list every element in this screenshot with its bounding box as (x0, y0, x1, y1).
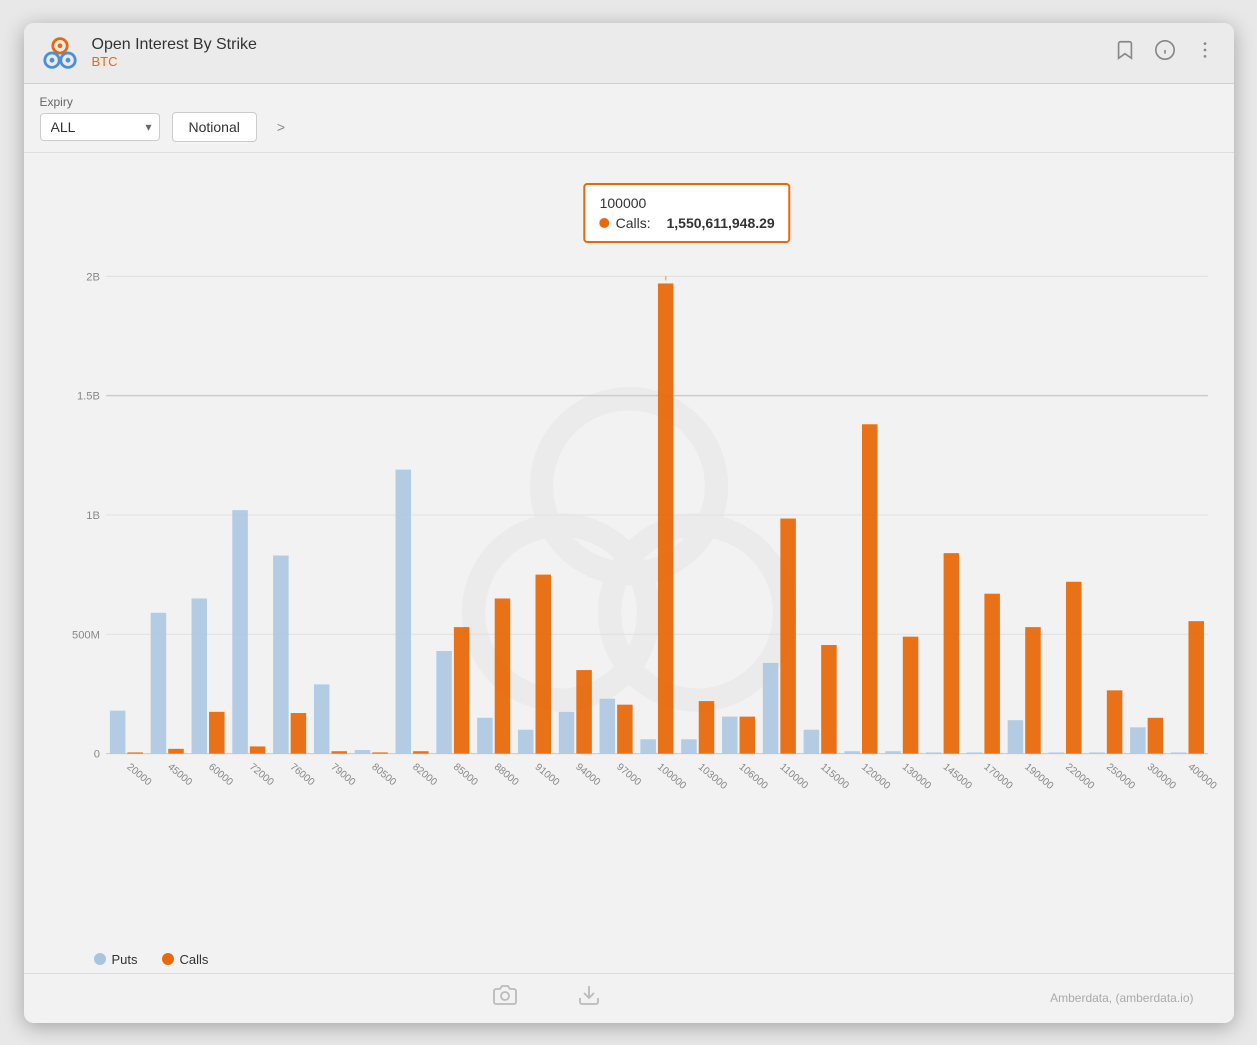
titlebar-text: Open Interest By Strike BTC (92, 36, 1100, 69)
svg-text:106000: 106000 (736, 761, 769, 791)
expand-button[interactable]: > (269, 115, 293, 139)
svg-text:103000: 103000 (695, 761, 728, 791)
svg-text:115000: 115000 (818, 761, 851, 791)
svg-text:91000: 91000 (532, 761, 561, 788)
footer: Amberdata, (amberdata.io) (24, 973, 1234, 1023)
svg-text:220000: 220000 (1063, 761, 1096, 791)
svg-text:82000: 82000 (410, 761, 439, 788)
expiry-select-wrapper: ALL (40, 113, 160, 141)
svg-text:1B: 1B (86, 510, 100, 522)
svg-text:250000: 250000 (1103, 761, 1136, 791)
svg-text:1.5B: 1.5B (76, 390, 99, 402)
app-logo (40, 33, 80, 73)
svg-text:145000: 145000 (940, 761, 973, 791)
svg-text:400000: 400000 (1185, 761, 1217, 791)
svg-text:190000: 190000 (1022, 761, 1055, 791)
titlebar: Open Interest By Strike BTC (24, 23, 1234, 84)
toolbar: Expiry ALL Notional > (24, 84, 1234, 153)
svg-text:20000: 20000 (124, 761, 153, 788)
svg-text:80500: 80500 (369, 761, 398, 788)
titlebar-actions (1112, 37, 1218, 68)
puts-dot (94, 953, 106, 965)
chart-legend: Puts Calls (24, 942, 1234, 973)
legend-puts: Puts (94, 952, 138, 967)
svg-text:2B: 2B (86, 271, 100, 283)
svg-text:76000: 76000 (287, 761, 316, 788)
chart-container: 100000 Calls: 1,550,611,948.29 0500M1B1.… (24, 153, 1234, 942)
footer-icons (44, 983, 1051, 1013)
chart-svg: 0 500M 1B 1.5B 2B 20000 45000 60000 72000 76000 79… (40, 169, 1218, 932)
legend-calls: Calls (162, 952, 209, 967)
svg-text:79000: 79000 (328, 761, 357, 788)
download-button[interactable] (577, 983, 601, 1013)
bookmark-button[interactable] (1112, 37, 1138, 68)
footer-credit: Amberdata, (amberdata.io) (1050, 991, 1193, 1005)
svg-text:100000: 100000 (654, 761, 687, 791)
svg-text:60000: 60000 (206, 761, 235, 788)
svg-text:110000: 110000 (777, 761, 810, 791)
screenshot-button[interactable] (493, 983, 517, 1013)
svg-text:85000: 85000 (450, 761, 479, 788)
main-window: Open Interest By Strike BTC (24, 23, 1234, 1023)
svg-text:72000: 72000 (246, 761, 275, 788)
svg-text:300000: 300000 (1144, 761, 1177, 791)
svg-text:120000: 120000 (859, 761, 892, 791)
svg-text:170000: 170000 (981, 761, 1014, 791)
expiry-group: Expiry ALL (40, 95, 160, 141)
svg-text:97000: 97000 (614, 761, 643, 788)
svg-text:0: 0 (93, 748, 99, 760)
window-subtitle: BTC (92, 54, 1100, 69)
puts-label: Puts (112, 952, 138, 967)
more-options-button[interactable] (1192, 37, 1218, 68)
svg-text:130000: 130000 (899, 761, 932, 791)
expiry-select[interactable]: ALL (40, 113, 160, 141)
window-title: Open Interest By Strike (92, 36, 1100, 54)
expiry-label: Expiry (40, 95, 160, 109)
calls-dot (162, 953, 174, 965)
svg-text:88000: 88000 (491, 761, 520, 788)
info-button[interactable] (1152, 37, 1178, 68)
svg-text:500M: 500M (71, 629, 99, 641)
notional-button[interactable]: Notional (172, 112, 257, 142)
svg-text:94000: 94000 (573, 761, 602, 788)
svg-text:45000: 45000 (165, 761, 194, 788)
calls-label: Calls (180, 952, 209, 967)
